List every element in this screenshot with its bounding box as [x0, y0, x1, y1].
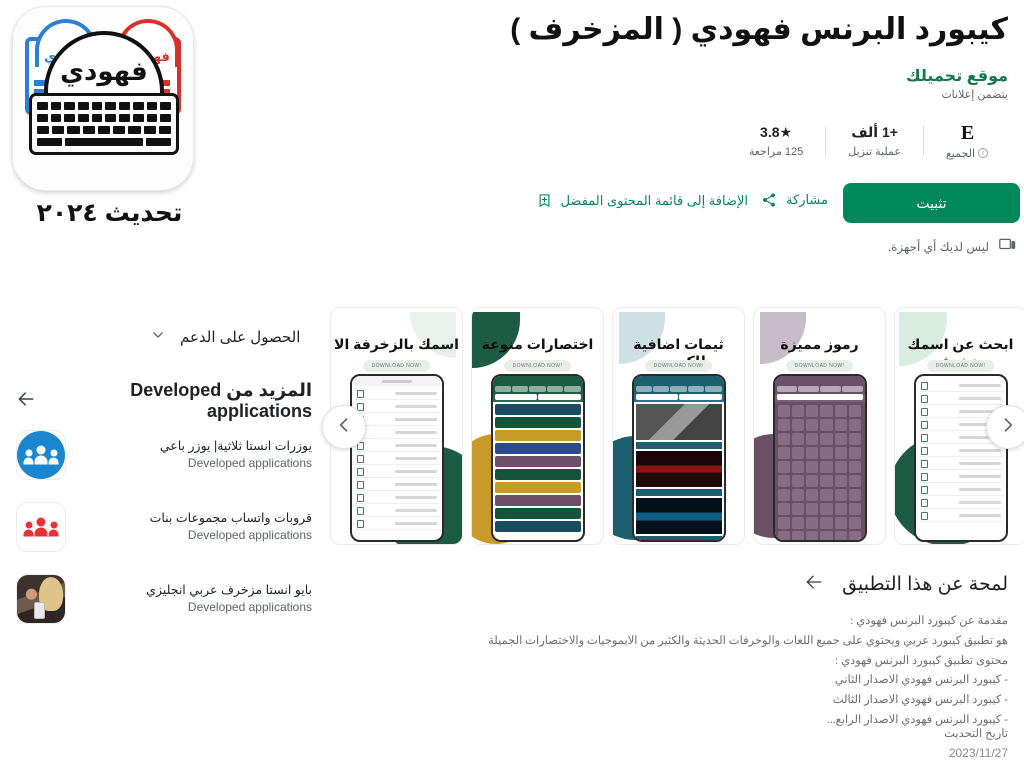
screenshot-cta: DOWNLOAD NOW!	[785, 360, 854, 372]
keyboard-main-shape	[29, 93, 179, 155]
more-apps-title: المزيد من Developed applications	[130, 380, 312, 421]
esrb-icon: E	[960, 121, 974, 144]
share-label: مشاركة	[786, 192, 828, 207]
chevron-down-icon	[150, 327, 166, 347]
app-developer: Developed applications	[187, 528, 312, 543]
app-icon-container: فهودي فهودي فهودي تحديث ٢٠٢٤	[12, 6, 194, 227]
app-name: يوزرات انستا ثلاثية| يوزر باعي	[159, 439, 312, 454]
people-red-icon	[16, 502, 66, 552]
screenshot-cta: DOWNLOAD NOW!	[926, 360, 995, 372]
more-apps-heading[interactable]: المزيد من Developed applications	[16, 380, 312, 422]
stats-divider	[922, 126, 924, 156]
stats-divider	[825, 126, 827, 156]
people-blue-icon	[16, 430, 66, 480]
devices-icon	[999, 238, 1016, 255]
screenshots-carousel[interactable]: اسمك بالزخرفة الا DOWNLOAD NOW! اختصارات…	[330, 307, 1024, 547]
chevron-left-icon	[334, 415, 354, 440]
list-item[interactable]: يوزرات انستا ثلاثية| يوزر باعي Developed…	[16, 430, 312, 480]
play-store-app-page: فهودي فهودي فهودي تحديث ٢٠٢٤ كيبورد البر…	[0, 0, 1024, 780]
share-button[interactable]: مشاركة	[761, 192, 828, 208]
icon-caption: تحديث ٢٠٢٤	[36, 199, 183, 227]
screenshot-card[interactable]: اختصارات منوعة DOWNLOAD NOW!	[471, 307, 604, 545]
content-rating-text: الجميع	[945, 147, 975, 160]
downloads-label: عملية تنزيل	[848, 146, 901, 158]
app-name: بايو انستا مزخرف عربي انجليزي	[146, 583, 312, 598]
info-icon[interactable]: i	[978, 148, 988, 158]
more-apps-list: يوزرات انستا ثلاثية| يوزر باعي Developed…	[16, 430, 312, 624]
screenshot-headline: رموز مميزة	[780, 336, 859, 352]
app-developer: Developed applications	[187, 456, 312, 471]
content-rating-badge: E	[960, 121, 974, 144]
screenshot-phone-mock	[490, 374, 585, 542]
screenshot-phone-mock	[772, 374, 867, 542]
device-availability: ليس لديك أي أجهزة.	[888, 238, 1016, 255]
screenshot-headline: اختصارات منوعة	[481, 336, 594, 352]
share-icon	[761, 192, 777, 208]
arrow-back-icon[interactable]	[804, 572, 824, 597]
wishlist-label: الإضافة إلى قائمة المحتوى المفضل	[560, 192, 748, 208]
downloads-value: +1 ألف	[851, 124, 898, 140]
app-icon: فهودي فهودي فهودي	[12, 6, 194, 191]
add-to-wishlist-button[interactable]: الإضافة إلى قائمة المحتوى المفضل	[537, 192, 748, 209]
page-title: كيبورد البرنس فهودي ( المزخرف )	[510, 13, 1008, 46]
update-date-value: 2023/11/27	[948, 746, 1008, 760]
app-stats: E i الجميع +1 ألف عملية تنزيل ★3.8 125 م…	[727, 118, 1010, 164]
get-support-label: الحصول على الدعم	[180, 329, 301, 346]
stat-content-rating: E i الجميع	[924, 123, 1010, 160]
screenshot-cta: DOWNLOAD NOW!	[503, 360, 572, 372]
carousel-prev-button[interactable]	[322, 405, 366, 449]
contains-ads-note: يتضمن إعلانات	[941, 89, 1008, 101]
about-app-description: مقدمة عن كيبورد البرنس فهودي : هو تطبيق …	[488, 615, 1008, 726]
screenshot-card[interactable]: ثيمات اضافية للكيبورد DOWNLOAD NOW!	[612, 307, 745, 545]
developer-link[interactable]: موقع تحميلك	[906, 66, 1008, 86]
content-rating-label: i الجميع	[946, 147, 988, 160]
screenshot-card[interactable]: رموز مميزة DOWNLOAD NOW!	[753, 307, 886, 545]
get-support-section[interactable]: الحصول على الدعم	[150, 327, 310, 347]
rating-label: 125 مراجعة	[748, 146, 804, 158]
carousel-next-button[interactable]	[986, 405, 1024, 449]
update-date-label: تاريخ التحديث	[944, 728, 1008, 740]
screenshot-cta: DOWNLOAD NOW!	[644, 360, 713, 372]
screenshot-phone-mock	[631, 374, 726, 542]
screenshot-phone-mock	[913, 374, 1008, 542]
bookmark-add-icon	[537, 192, 552, 209]
screenshot-cta: DOWNLOAD NOW!	[362, 360, 431, 372]
no-devices-text: ليس لديك أي أجهزة.	[887, 239, 989, 254]
screenshot-phone-mock	[349, 374, 444, 542]
stat-downloads: +1 ألف عملية تنزيل	[826, 124, 923, 158]
arrow-back-icon[interactable]	[16, 389, 36, 414]
about-app-title: لمحة عن هذا التطبيق	[842, 574, 1008, 595]
list-item[interactable]: قروبات واتساب مجموعات بنات Developed app…	[16, 502, 312, 552]
about-app-heading[interactable]: لمحة عن هذا التطبيق	[748, 572, 1008, 597]
app-name: قروبات واتساب مجموعات بنات	[149, 511, 312, 526]
chevron-right-icon	[998, 415, 1018, 440]
install-button[interactable]: تثبيت	[843, 183, 1020, 223]
screenshot-headline: اسمك بالزخرفة الا	[334, 336, 459, 352]
stat-rating: ★3.8 125 مراجعة	[727, 124, 825, 158]
rating-value: ★3.8	[760, 124, 793, 140]
